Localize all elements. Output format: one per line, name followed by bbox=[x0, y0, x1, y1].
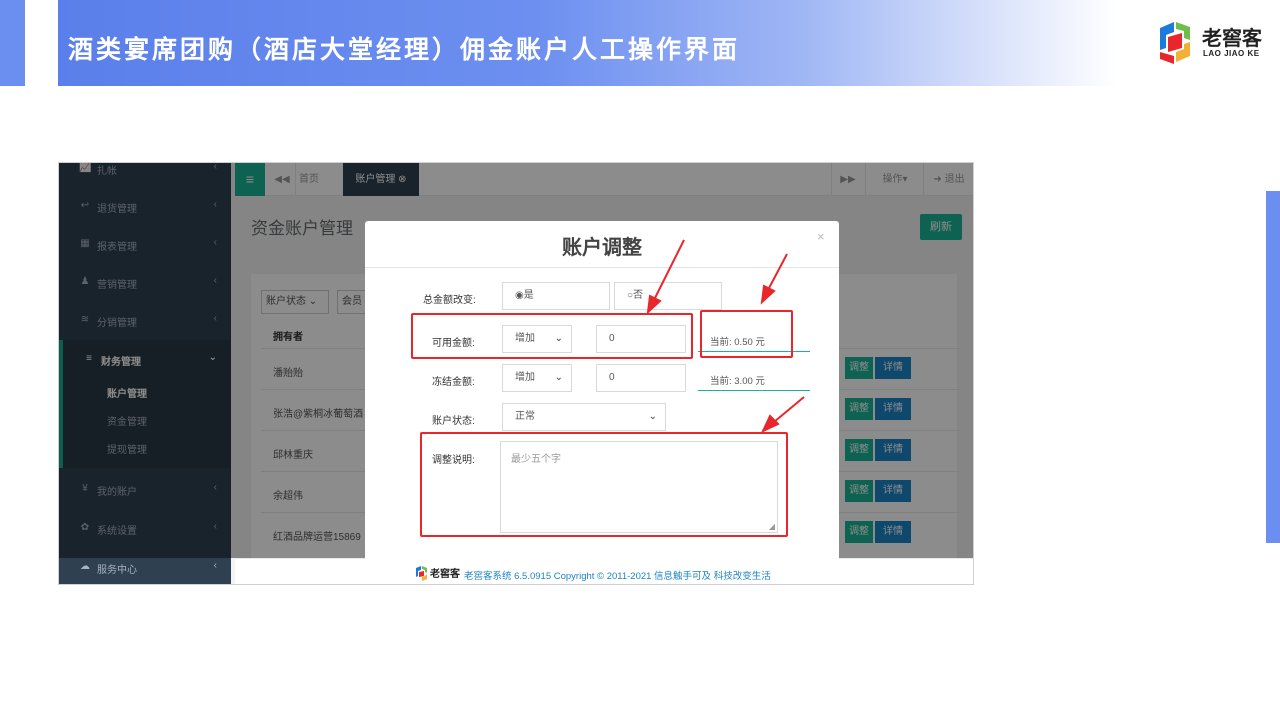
cloud-icon: ☁ bbox=[80, 561, 90, 572]
chevron-down-icon: ⌄ bbox=[554, 372, 563, 383]
annotation-box-available bbox=[411, 313, 693, 359]
footer-copyright: 老窖客系统 6.5.0915 Copyright © 2011-2021 信息触… bbox=[464, 571, 771, 582]
brand-logo-icon bbox=[1160, 22, 1190, 64]
page-footer: 老窖客 老窖客系统 6.5.0915 Copyright © 2011-2021… bbox=[235, 558, 973, 584]
frozen-amount-input[interactable]: 0 bbox=[596, 364, 686, 392]
slide-title: 酒类宴席团购（酒店大堂经理）佣金账户人工操作界面 bbox=[68, 36, 741, 64]
brand-logo: 老窖客 LAO JIAO KE bbox=[1156, 16, 1266, 68]
account-status-label: 账户状态: bbox=[432, 416, 475, 427]
frozen-op-select[interactable]: 增加 ⌄ bbox=[502, 364, 572, 392]
sidebar-item-label: 服务中心 bbox=[97, 565, 137, 576]
brand-logo-cn: 老窖客 bbox=[1202, 28, 1262, 50]
annotation-box-note bbox=[420, 432, 788, 537]
frozen-op-value: 增加 bbox=[515, 372, 535, 383]
divider bbox=[365, 267, 839, 268]
brand-logo-en: LAO JIAO KE bbox=[1203, 49, 1260, 58]
modal-title: 账户调整 bbox=[562, 237, 642, 259]
total-change-label: 总金额改变: bbox=[423, 295, 476, 306]
account-status-select[interactable]: 正常 ⌄ bbox=[502, 403, 666, 431]
close-icon[interactable]: × bbox=[817, 229, 825, 244]
radio-no[interactable]: ○否 bbox=[614, 282, 722, 310]
right-accent-bar bbox=[1266, 191, 1280, 543]
chevron-left-icon: ‹ bbox=[213, 560, 217, 571]
footer-logo-text: 老窖客 bbox=[429, 567, 461, 580]
frozen-current-value: 当前: 3.00 元 bbox=[698, 373, 810, 391]
frozen-amount-label: 冻结金额: bbox=[432, 377, 475, 388]
account-status-value: 正常 bbox=[515, 411, 535, 422]
left-accent-bar bbox=[0, 0, 25, 86]
radio-yes[interactable]: ◉是 bbox=[502, 282, 610, 310]
footer-logo-icon: 老窖客 bbox=[416, 566, 461, 581]
chevron-down-icon: ⌄ bbox=[648, 411, 657, 422]
annotation-box-current bbox=[700, 310, 793, 358]
